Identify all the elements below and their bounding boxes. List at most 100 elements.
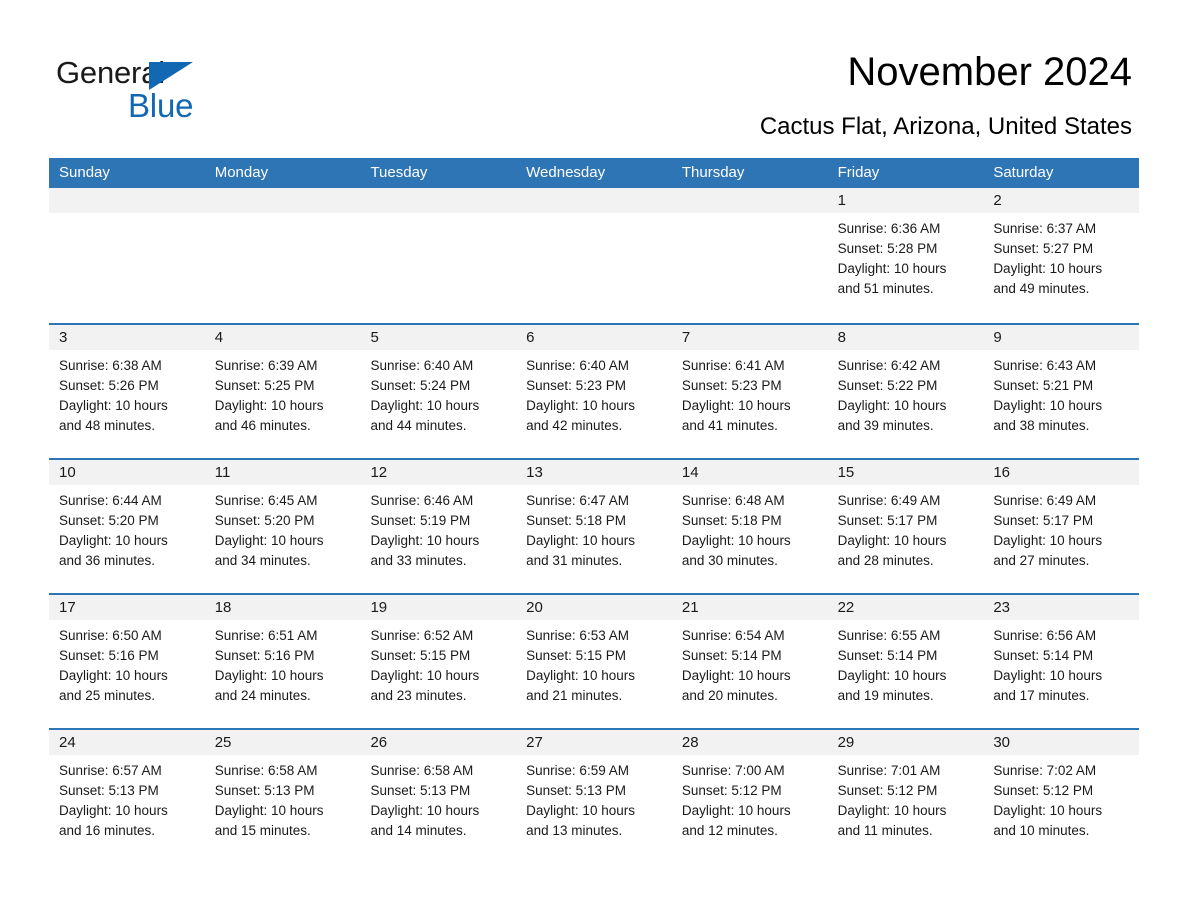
day-details: [672, 213, 828, 219]
calendar-week-row: 17 Sunrise: 6:50 AM Sunset: 5:16 PM Dayligh…: [49, 593, 1140, 728]
day-number: 28: [681, 734, 699, 751]
day-number-band: 3: [49, 325, 205, 350]
day-number: 27: [526, 734, 543, 751]
day-number-band: [204, 188, 361, 213]
calendar-day-cell[interactable]: 29 Sunrise: 7:01 AM Sunset: 5:12 PM Dayligh…: [827, 730, 984, 863]
day-details: Sunrise: 6:42 AM Sunset: 5:22 PM Daylight:…: [828, 350, 984, 436]
calendar-day-cell[interactable]: 2 Sunrise: 6:37 AM Sunset: 5:27 PM Daylight…: [983, 188, 1140, 323]
day-details: Sunrise: 6:37 AM Sunset: 5:27 PM Daylight:…: [983, 213, 1139, 299]
calendar-day-cell[interactable]: 8 Sunrise: 6:42 AM Sunset: 5:22 PM Daylight…: [827, 325, 984, 458]
day-number: 2: [993, 192, 1002, 209]
calendar-day-cell[interactable]: 11 Sunrise: 6:45 AM Sunset: 5:20 PM Dayligh…: [204, 460, 361, 593]
day-number: 13: [526, 464, 543, 481]
sunset-text: Sunset: 5:24 PM: [370, 378, 471, 393]
sunset-text: Sunset: 5:15 PM: [370, 648, 471, 663]
day-details: Sunrise: 6:48 AM Sunset: 5:18 PM Daylight:…: [672, 485, 828, 571]
calendar-day-cell[interactable]: 23 Sunrise: 6:56 AM Sunset: 5:14 PM Dayligh…: [983, 595, 1140, 728]
calendar-day-cell[interactable]: 14 Sunrise: 6:48 AM Sunset: 5:18 PM Dayligh…: [671, 460, 828, 593]
day-number-band: 17: [49, 595, 205, 620]
daylight-text: Daylight: 10 hours: [370, 668, 480, 683]
calendar-day-cell[interactable]: 3 Sunrise: 6:38 AM Sunset: 5:26 PM Daylight…: [49, 325, 205, 458]
calendar-day-cell[interactable]: 7 Sunrise: 6:41 AM Sunset: 5:23 PM Daylight…: [671, 325, 828, 458]
sunset-text: Sunset: 5:14 PM: [681, 648, 782, 663]
calendar-day-cell[interactable]: 15 Sunrise: 6:49 AM Sunset: 5:17 PM Dayligh…: [827, 460, 984, 593]
daylight-text: Daylight: 10 hours: [993, 803, 1103, 818]
sunset-text: Sunset: 5:21 PM: [993, 378, 1094, 393]
sunrise-text: Sunrise: 6:49 AM: [993, 493, 1097, 508]
day-number: 17: [59, 599, 76, 616]
calendar-day-cell[interactable]: 6 Sunrise: 6:40 AM Sunset: 5:23 PM Daylight…: [516, 325, 672, 458]
day-number-band: 10: [49, 460, 205, 485]
day-number-band: 9: [983, 325, 1140, 350]
calendar-day-cell[interactable]: 4 Sunrise: 6:39 AM Sunset: 5:25 PM Daylight…: [204, 325, 361, 458]
daylight-text: Daylight: 10 hours: [837, 803, 947, 818]
daylight-text: Daylight: 10 hours: [681, 668, 791, 683]
day-details: Sunrise: 6:43 AM Sunset: 5:21 PM Daylight:…: [983, 350, 1139, 436]
day-number-band: 14: [671, 460, 828, 485]
calendar-day-cell[interactable]: 12 Sunrise: 6:46 AM Sunset: 5:19 PM Dayligh…: [360, 460, 517, 593]
daylight-text-cont: and 21 minutes.: [526, 688, 623, 703]
day-details: Sunrise: 6:49 AM Sunset: 5:17 PM Daylight:…: [828, 485, 984, 571]
calendar-weeks: 1 Sunrise: 6:36 AM Sunset: 5:28 PM Daylight…: [49, 188, 1140, 863]
calendar-week-row: 10 Sunrise: 6:44 AM Sunset: 5:20 PM Dayligh…: [49, 458, 1140, 593]
calendar-day-cell[interactable]: 27 Sunrise: 6:59 AM Sunset: 5:13 PM Dayligh…: [516, 730, 672, 863]
day-number: 25: [214, 734, 232, 751]
calendar-day-cell[interactable]: 19 Sunrise: 6:52 AM Sunset: 5:15 PM Dayligh…: [360, 595, 517, 728]
sunset-text: Sunset: 5:19 PM: [370, 513, 471, 528]
daylight-text-cont: and 17 minutes.: [993, 688, 1090, 703]
calendar-day-cell[interactable]: 1 Sunrise: 6:36 AM Sunset: 5:28 PM Daylight…: [827, 188, 984, 323]
calendar-day-cell[interactable]: 20 Sunrise: 6:53 AM Sunset: 5:15 PM Dayligh…: [516, 595, 672, 728]
calendar-day-cell[interactable]: 22 Sunrise: 6:55 AM Sunset: 5:14 PM Dayligh…: [827, 595, 984, 728]
sunset-text: Sunset: 5:13 PM: [59, 783, 159, 798]
calendar-day-cell[interactable]: 5 Sunrise: 6:40 AM Sunset: 5:24 PM Daylight…: [360, 325, 517, 458]
calendar-day-cell[interactable]: 28 Sunrise: 7:00 AM Sunset: 5:12 PM Dayligh…: [671, 730, 828, 863]
day-number-band: 4: [204, 325, 361, 350]
sunrise-text: Sunrise: 6:50 AM: [59, 628, 162, 643]
calendar-day-cell[interactable]: 30 Sunrise: 7:02 AM Sunset: 5:12 PM Dayligh…: [983, 730, 1140, 863]
day-number: 9: [993, 329, 1002, 346]
sunset-text: Sunset: 5:26 PM: [59, 378, 159, 393]
daylight-text: Daylight: 10 hours: [993, 533, 1103, 548]
day-details: [49, 213, 205, 219]
day-details: Sunrise: 6:49 AM Sunset: 5:17 PM Daylight:…: [983, 485, 1139, 571]
day-number-band: 13: [516, 460, 672, 485]
calendar-day-cell[interactable]: 10 Sunrise: 6:44 AM Sunset: 5:20 PM Dayligh…: [49, 460, 205, 593]
sunrise-text: Sunrise: 6:58 AM: [370, 763, 474, 778]
day-number-band: [49, 188, 205, 213]
calendar-day-cell[interactable]: 21 Sunrise: 6:54 AM Sunset: 5:14 PM Dayligh…: [671, 595, 828, 728]
day-number-band: 24: [49, 730, 205, 755]
calendar-day-cell[interactable]: 9 Sunrise: 6:43 AM Sunset: 5:21 PM Daylight…: [983, 325, 1140, 458]
sunrise-text: Sunrise: 6:52 AM: [370, 628, 474, 643]
calendar-day-cell[interactable]: 17 Sunrise: 6:50 AM Sunset: 5:16 PM Dayligh…: [49, 595, 205, 728]
calendar-day-cell[interactable]: 16 Sunrise: 6:49 AM Sunset: 5:17 PM Dayligh…: [983, 460, 1140, 593]
sunset-text: Sunset: 5:20 PM: [59, 513, 159, 528]
day-number-band: 22: [827, 595, 984, 620]
daylight-text-cont: and 27 minutes.: [993, 553, 1090, 568]
daylight-text-cont: and 31 minutes.: [526, 553, 623, 568]
day-number-band: 7: [671, 325, 828, 350]
day-number-band: 20: [516, 595, 672, 620]
calendar-day-cell[interactable]: 25 Sunrise: 6:58 AM Sunset: 5:13 PM Dayligh…: [204, 730, 361, 863]
sunset-text: Sunset: 5:17 PM: [993, 513, 1094, 528]
sunset-text: Sunset: 5:18 PM: [681, 513, 782, 528]
day-number: 21: [681, 599, 699, 616]
calendar-day-cell[interactable]: 13 Sunrise: 6:47 AM Sunset: 5:18 PM Dayligh…: [516, 460, 672, 593]
daylight-text: Daylight: 10 hours: [837, 398, 947, 413]
sunrise-text: Sunrise: 6:39 AM: [214, 358, 318, 373]
daylight-text: Daylight: 10 hours: [993, 668, 1103, 683]
calendar-week-row: 1 Sunrise: 6:36 AM Sunset: 5:28 PM Daylight…: [49, 188, 1140, 323]
calendar-day-cell[interactable]: 26 Sunrise: 6:58 AM Sunset: 5:13 PM Dayligh…: [360, 730, 517, 863]
day-number: 8: [837, 329, 846, 346]
general-blue-logo[interactable]: General Blue: [56, 56, 236, 128]
sunrise-text: Sunrise: 6:57 AM: [59, 763, 162, 778]
daylight-text: Daylight: 10 hours: [681, 533, 791, 548]
daylight-text: Daylight: 10 hours: [837, 261, 947, 276]
day-number-band: 6: [516, 325, 672, 350]
day-number: 23: [993, 599, 1010, 616]
day-details: Sunrise: 6:44 AM Sunset: 5:20 PM Daylight:…: [49, 485, 205, 571]
daylight-text-cont: and 34 minutes.: [214, 553, 311, 568]
calendar-day-cell[interactable]: 24 Sunrise: 6:57 AM Sunset: 5:13 PM Dayligh…: [49, 730, 205, 863]
daylight-text-cont: and 15 minutes.: [214, 823, 311, 838]
calendar-day-cell[interactable]: 18 Sunrise: 6:51 AM Sunset: 5:16 PM Dayligh…: [204, 595, 361, 728]
day-details: Sunrise: 6:53 AM Sunset: 5:15 PM Daylight:…: [516, 620, 672, 706]
